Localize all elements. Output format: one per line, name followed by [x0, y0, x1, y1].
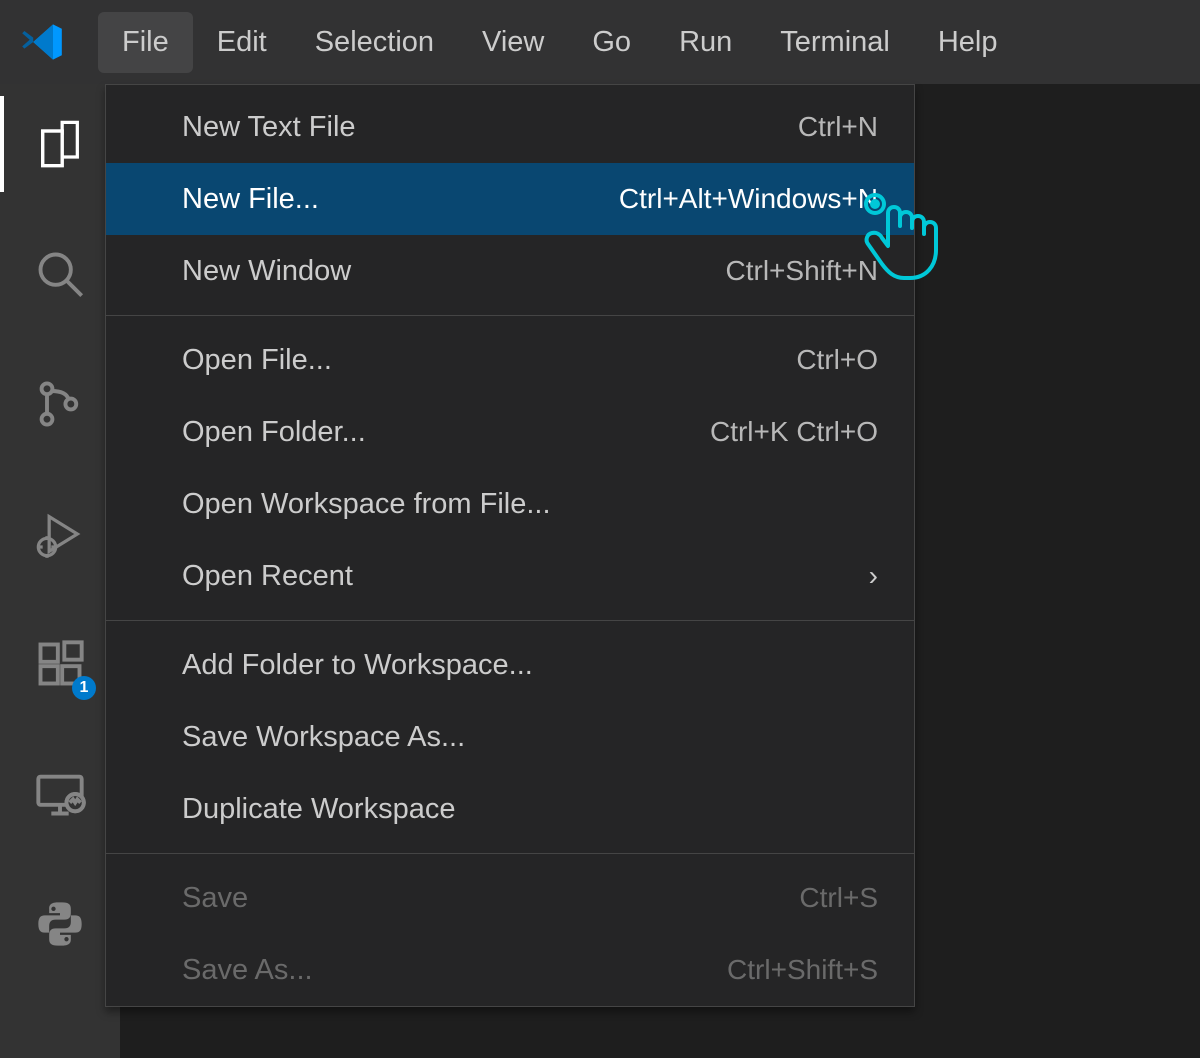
menu-shortcut: Ctrl+Shift+N	[726, 255, 879, 287]
explorer-icon[interactable]	[30, 114, 90, 174]
menu-save-as[interactable]: Save As... Ctrl+Shift+S	[106, 934, 914, 1006]
python-icon[interactable]	[30, 894, 90, 954]
menu-save-workspace-as[interactable]: Save Workspace As...	[106, 701, 914, 773]
menu-shortcut: Ctrl+O	[796, 344, 878, 376]
chevron-right-icon: ›	[869, 560, 878, 592]
menubar: File Edit Selection View Go Run Terminal…	[98, 0, 1022, 84]
menu-label: New Text File	[182, 111, 356, 144]
menu-open-workspace-from-file[interactable]: Open Workspace from File...	[106, 468, 914, 540]
menu-help[interactable]: Help	[914, 12, 1022, 73]
menu-label: Open Folder...	[182, 416, 366, 449]
menu-selection[interactable]: Selection	[291, 12, 458, 73]
menu-label: New Window	[182, 255, 351, 288]
menu-label: Save Workspace As...	[182, 721, 465, 754]
menu-shortcut: Ctrl+N	[798, 111, 878, 143]
menu-label: Open File...	[182, 344, 332, 377]
menu-open-folder[interactable]: Open Folder... Ctrl+K Ctrl+O	[106, 396, 914, 468]
activity-bar: 1	[0, 84, 120, 1058]
remote-explorer-icon[interactable]	[30, 764, 90, 824]
menu-new-file[interactable]: New File... Ctrl+Alt+Windows+N	[106, 163, 914, 235]
menu-new-window[interactable]: New Window Ctrl+Shift+N	[106, 235, 914, 307]
file-menu-dropdown: New Text File Ctrl+N New File... Ctrl+Al…	[105, 84, 915, 1007]
menu-go[interactable]: Go	[568, 12, 655, 73]
menu-view[interactable]: View	[458, 12, 568, 73]
vscode-logo-icon	[20, 20, 64, 64]
menu-open-file[interactable]: Open File... Ctrl+O	[106, 324, 914, 396]
menu-terminal[interactable]: Terminal	[756, 12, 914, 73]
menu-run[interactable]: Run	[655, 12, 756, 73]
menu-label: Open Recent	[182, 560, 353, 593]
pointer-cursor-icon	[858, 188, 938, 283]
menu-shortcut: Ctrl+Shift+S	[727, 954, 878, 986]
menu-shortcut: Ctrl+K Ctrl+O	[710, 416, 878, 448]
menu-shortcut: Ctrl+Alt+Windows+N	[619, 183, 878, 215]
search-icon[interactable]	[30, 244, 90, 304]
menu-separator	[106, 315, 914, 316]
menu-edit[interactable]: Edit	[193, 12, 291, 73]
menu-label: Save	[182, 882, 248, 915]
menu-label: New File...	[182, 183, 319, 216]
menu-file[interactable]: File	[98, 12, 193, 73]
source-control-icon[interactable]	[30, 374, 90, 434]
menu-open-recent[interactable]: Open Recent ›	[106, 540, 914, 612]
menu-save[interactable]: Save Ctrl+S	[106, 862, 914, 934]
menu-separator	[106, 620, 914, 621]
menu-new-text-file[interactable]: New Text File Ctrl+N	[106, 91, 914, 163]
menu-add-folder-to-workspace[interactable]: Add Folder to Workspace...	[106, 629, 914, 701]
extensions-icon[interactable]: 1	[30, 634, 90, 694]
menu-duplicate-workspace[interactable]: Duplicate Workspace	[106, 773, 914, 845]
menu-label: Duplicate Workspace	[182, 793, 455, 826]
menu-shortcut: Ctrl+S	[799, 882, 878, 914]
titlebar: File Edit Selection View Go Run Terminal…	[0, 0, 1200, 84]
menu-separator	[106, 853, 914, 854]
extensions-badge: 1	[72, 676, 96, 700]
menu-label: Open Workspace from File...	[182, 488, 551, 521]
run-debug-icon[interactable]	[30, 504, 90, 564]
menu-label: Save As...	[182, 954, 313, 987]
menu-label: Add Folder to Workspace...	[182, 649, 533, 682]
